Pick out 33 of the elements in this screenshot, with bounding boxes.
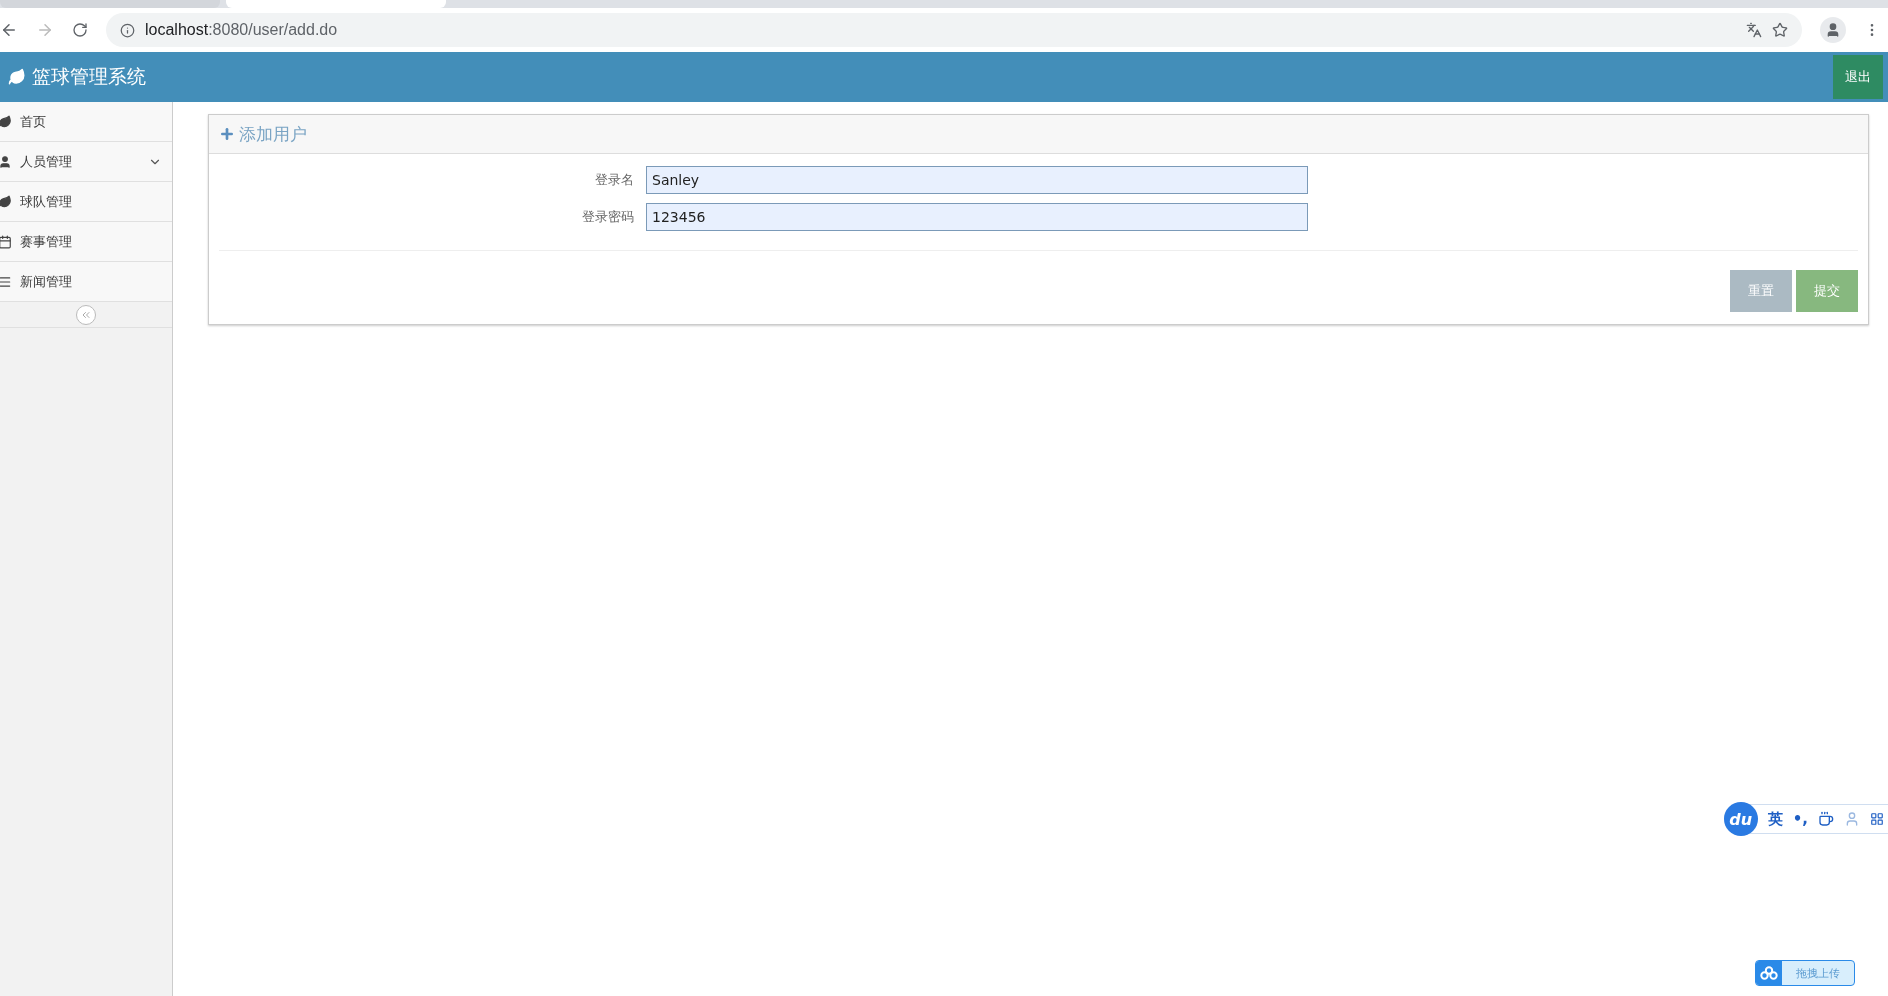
- sidebar-item[interactable]: 球队管理: [0, 182, 172, 222]
- sidebar-item[interactable]: 人员管理: [0, 142, 172, 182]
- menu-item-icon: [0, 114, 12, 129]
- menu-item-icon: [0, 234, 12, 249]
- cup-icon[interactable]: [1818, 811, 1834, 827]
- field-label: 登录名: [594, 171, 634, 189]
- sidebar-item[interactable]: 首页: [0, 102, 172, 142]
- input-field[interactable]: 123456: [646, 203, 1308, 231]
- star-icon[interactable]: [1772, 22, 1788, 38]
- url-text: localhost:8080/user/add.do: [145, 21, 338, 39]
- logout-button[interactable]: 退出: [1833, 55, 1883, 99]
- menu-item-icon: [0, 154, 12, 169]
- menu-item-icon: [0, 274, 12, 289]
- menu-item-icon: [0, 194, 12, 209]
- language-toggle[interactable]: 英: [1767, 809, 1783, 829]
- grid-icon[interactable]: [1870, 812, 1884, 826]
- translate-icon[interactable]: [1746, 22, 1762, 38]
- address-bar[interactable]: localhost:8080/user/add.do: [106, 13, 1802, 47]
- leaf-icon: [8, 68, 26, 86]
- panel-title: 添加用户: [239, 122, 307, 146]
- info-icon: [120, 22, 135, 38]
- cloud-icon: [1756, 961, 1782, 985]
- input-field[interactable]: Sanley: [646, 166, 1308, 194]
- plus-icon: [219, 126, 235, 142]
- back-icon[interactable]: [0, 21, 18, 39]
- punctuation-toggle[interactable]: •,: [1792, 810, 1808, 828]
- sidebar-item[interactable]: 新闻管理: [0, 262, 172, 302]
- profile-icon[interactable]: [1820, 17, 1846, 43]
- reload-icon[interactable]: [72, 22, 88, 38]
- sidebar-item[interactable]: 赛事管理: [0, 222, 172, 262]
- app-title: 篮球管理系统: [32, 64, 146, 89]
- field-label: 登录密码: [581, 208, 634, 226]
- ime-logo[interactable]: du: [1723, 802, 1758, 836]
